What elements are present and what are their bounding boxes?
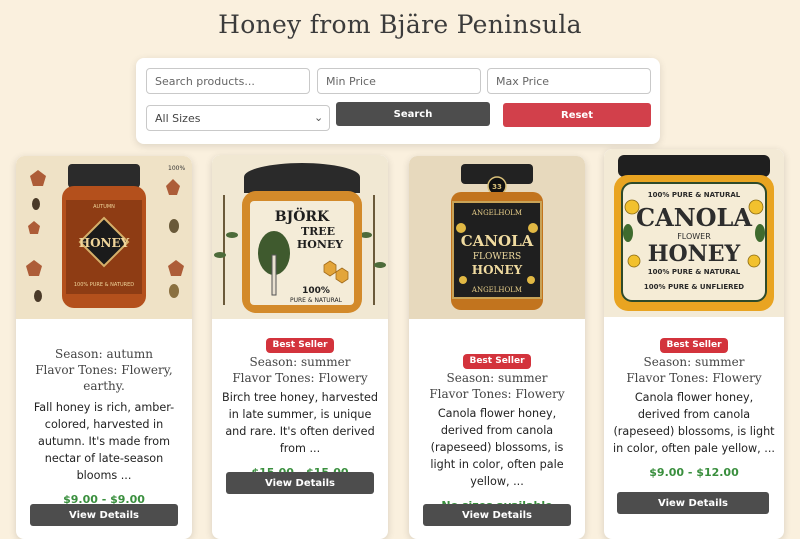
best-seller-badge: Best Seller bbox=[463, 354, 531, 369]
size-select[interactable]: All Sizes bbox=[146, 105, 330, 131]
jar-label-text: ANGELHOLM bbox=[471, 286, 522, 294]
jar-label-text: TREE bbox=[301, 225, 335, 238]
search-button[interactable]: Search bbox=[336, 102, 490, 126]
jar-label-text: BJÖRK bbox=[275, 206, 330, 225]
description-text: Canola flower honey, derived from canola… bbox=[430, 407, 564, 488]
page-title: Honey from Bjäre Peninsula bbox=[218, 10, 582, 39]
jar-label-text: HONEY bbox=[79, 236, 130, 250]
season-text: Season: summer bbox=[446, 371, 548, 385]
product-image: BJÖRK TREE HONEY 100% PURE & NATURAL bbox=[212, 155, 388, 319]
season-text: Season: autumn bbox=[55, 347, 153, 361]
jar-label-text: CANOLA bbox=[461, 232, 534, 250]
jar-label-text: HONEY bbox=[297, 238, 343, 251]
best-seller-badge: Best Seller bbox=[660, 338, 728, 353]
view-details-button[interactable]: View Details bbox=[617, 492, 769, 514]
flavor-text: Flavor Tones: Flowery bbox=[232, 371, 368, 385]
jar-label-text: 100% PURE & NATURAL bbox=[648, 191, 741, 199]
season-text: Season: summer bbox=[643, 355, 745, 369]
jar-label-text: PURE & NATURAL bbox=[290, 297, 343, 304]
jar-label-text: FLOWERS bbox=[473, 252, 521, 262]
jar-label-text: 33 bbox=[492, 183, 502, 191]
jar-label-text: 100% PURE & UNFLIERED bbox=[644, 283, 744, 291]
description-text: Birch tree honey, harvested in late summ… bbox=[222, 391, 378, 455]
max-price-input[interactable] bbox=[487, 68, 651, 94]
flavor-text: Flavor Tones: Flowery, earthy. bbox=[35, 363, 173, 393]
jar-label-text: AUTUMN bbox=[93, 204, 115, 210]
product-image: HONEY AUTUMN 100% PURE & NATURED 100% bbox=[16, 156, 192, 319]
view-details-button[interactable]: View Details bbox=[226, 472, 374, 494]
view-details-button[interactable]: View Details bbox=[30, 504, 178, 526]
jar-label-text: 100% bbox=[302, 286, 330, 296]
product-image: 100% PURE & NATURAL CANOLA FLOWER HONEY … bbox=[604, 149, 784, 317]
filter-panel: All Sizes ⌄ Search Reset bbox=[136, 58, 660, 144]
price-text: $9.00 - $12.00 bbox=[649, 466, 739, 479]
jar-label-text: 100% PURE & NATURED bbox=[74, 282, 134, 288]
product-image: 33 ANGELHOLM CANOLA FLOWERS HONEY ANGELH… bbox=[409, 156, 585, 319]
jar-label-text: 100% PURE & NATURAL bbox=[648, 268, 741, 276]
product-card: BJÖRK TREE HONEY 100% PURE & NATURAL Bes… bbox=[212, 155, 388, 539]
description-text: Fall honey is rich, amber-colored, harve… bbox=[33, 401, 175, 482]
flavor-text: Flavor Tones: Flowery bbox=[429, 387, 565, 401]
jar-label-text: FLOWER bbox=[677, 232, 711, 241]
product-card: 33 ANGELHOLM CANOLA FLOWERS HONEY ANGELH… bbox=[409, 156, 585, 539]
product-card: 100% PURE & NATURAL CANOLA FLOWER HONEY … bbox=[604, 149, 784, 539]
product-card: HONEY AUTUMN 100% PURE & NATURED 100% Se… bbox=[16, 156, 192, 539]
jar-label-text: ANGELHOLM bbox=[471, 209, 522, 217]
season-text: Season: summer bbox=[249, 355, 351, 369]
best-seller-badge: Best Seller bbox=[266, 338, 334, 353]
jar-label-text: HONEY bbox=[648, 241, 741, 267]
flavor-text: Flavor Tones: Flowery bbox=[626, 371, 762, 385]
description-text: Canola flower honey, derived from canola… bbox=[613, 391, 775, 455]
search-input[interactable] bbox=[146, 68, 310, 94]
jar-label-text: HONEY bbox=[472, 263, 523, 277]
jar-label-text: CANOLA bbox=[636, 203, 752, 232]
min-price-input[interactable] bbox=[317, 68, 481, 94]
jar-label-text: 100% bbox=[168, 165, 185, 172]
view-details-button[interactable]: View Details bbox=[423, 504, 571, 526]
reset-button[interactable]: Reset bbox=[503, 103, 651, 127]
